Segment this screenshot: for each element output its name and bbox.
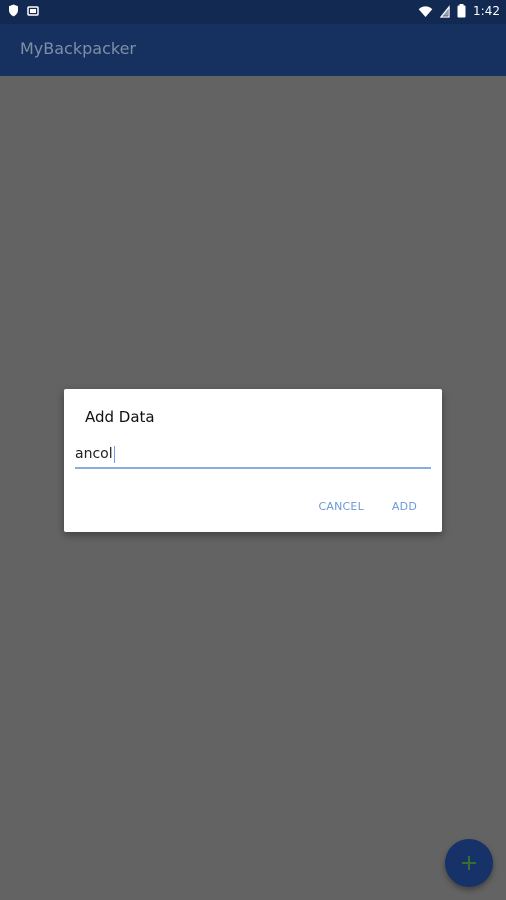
input-value: ancol <box>75 446 113 462</box>
text-cursor <box>113 445 115 463</box>
add-data-dialog: Add Data ancol CANCEL ADD <box>64 389 442 532</box>
add-button[interactable]: ADD <box>392 500 417 514</box>
signal-icon <box>439 4 450 18</box>
app-bar: MyBackpacker <box>0 24 506 76</box>
status-right-icons: 1:42 <box>418 3 500 19</box>
app-screen: 1:42 MyBackpacker Add Data ancol CANCEL … <box>0 0 506 900</box>
status-time: 1:42 <box>473 4 500 18</box>
dialog-actions: CANCEL ADD <box>319 500 417 514</box>
battery-icon <box>457 4 466 18</box>
status-bar: 1:42 <box>0 0 506 24</box>
dialog-title: Add Data <box>85 408 155 426</box>
floating-add-button[interactable] <box>445 839 493 887</box>
app-title: MyBackpacker <box>20 39 136 58</box>
cancel-button[interactable]: CANCEL <box>319 500 364 514</box>
shield-icon <box>8 4 19 17</box>
data-input-field[interactable]: ancol <box>75 442 431 469</box>
data-input-text[interactable]: ancol <box>75 445 115 463</box>
wifi-icon <box>418 5 433 18</box>
status-left-icons <box>8 4 39 17</box>
screenshot-icon <box>27 5 39 17</box>
plus-icon <box>461 855 477 871</box>
